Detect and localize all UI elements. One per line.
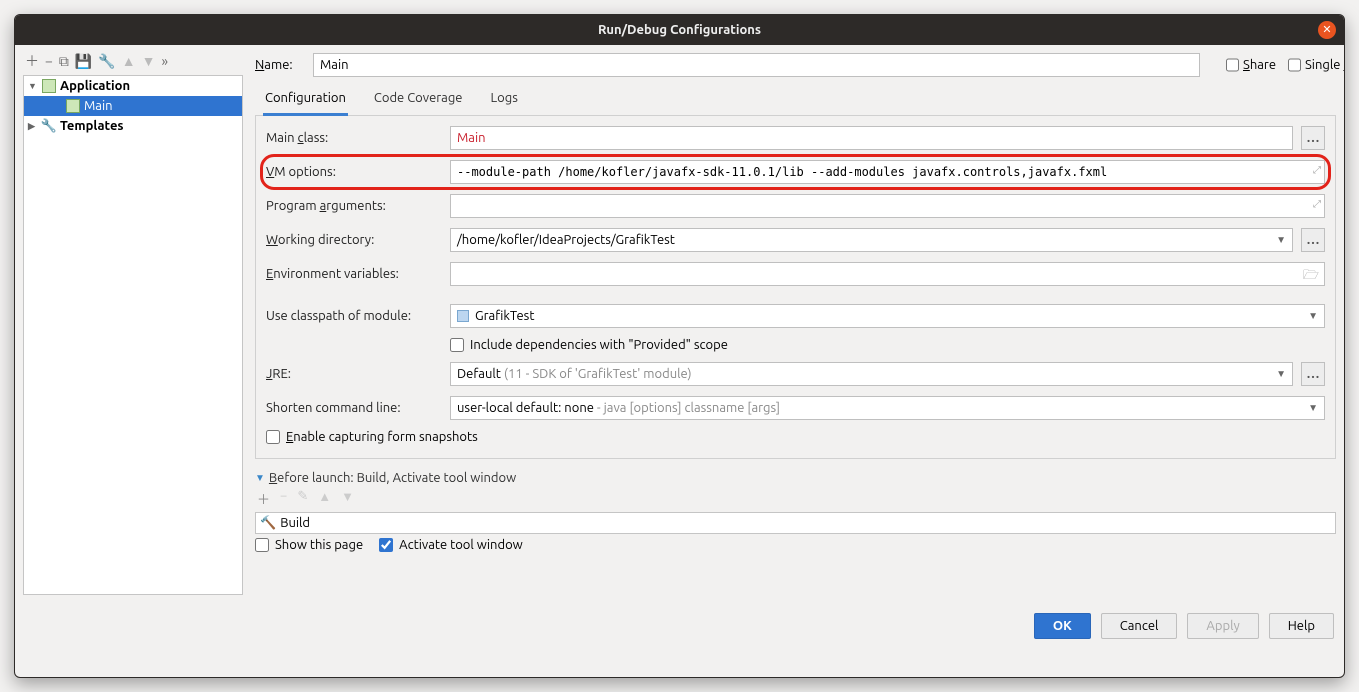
browse-jre-button[interactable]: … <box>1301 362 1325 386</box>
move-up-task-icon[interactable]: ▲ <box>318 489 331 508</box>
include-provided-label: Include dependencies with "Provided" sco… <box>470 338 728 352</box>
add-task-icon[interactable]: ＋ <box>257 489 270 508</box>
dialog-buttons: OK Cancel Apply Help <box>15 595 1344 649</box>
program-args-input[interactable] <box>450 194 1325 218</box>
configurations-tree[interactable]: ▼ Application Main ▶ 🔧 Templates <box>23 75 243 595</box>
tree-node-application[interactable]: ▼ Application <box>24 76 242 96</box>
share-checkbox[interactable]: Share <box>1226 58 1274 72</box>
env-vars-input[interactable] <box>450 262 1325 286</box>
ok-button[interactable]: OK <box>1034 613 1091 639</box>
shorten-label: Shorten command line: <box>266 401 442 415</box>
collapse-icon[interactable]: ▼ <box>28 81 38 91</box>
configuration-panel: Main class: … VM options: ⤢ Program a <box>255 116 1336 459</box>
shorten-combo[interactable]: user-local default: none - java [options… <box>450 396 1325 420</box>
tree-label: Application <box>60 79 130 93</box>
save-icon[interactable]: 💾 <box>75 53 92 70</box>
tree-node-main[interactable]: Main <box>24 96 242 116</box>
include-provided-checkbox[interactable] <box>450 338 464 352</box>
before-launch-header[interactable]: ▼ Before launch: Build, Activate tool wi… <box>255 459 1336 485</box>
build-task-label: Build <box>280 516 310 530</box>
program-args-label: Program arguments: <box>266 199 442 213</box>
name-input[interactable] <box>313 53 1200 77</box>
classpath-value: GrafikTest <box>475 309 534 323</box>
expand-icon[interactable]: » <box>162 53 169 69</box>
main-class-input[interactable] <box>450 126 1293 150</box>
apply-button: Apply <box>1187 613 1258 639</box>
chevron-down-icon: ▼ <box>1276 368 1286 380</box>
move-up-icon[interactable]: ▲ <box>122 53 136 69</box>
move-down-task-icon[interactable]: ▼ <box>341 489 354 508</box>
name-label: Name: <box>255 58 303 72</box>
enable-capture-checkbox[interactable] <box>266 430 280 444</box>
working-dir-value: /home/kofler/IdeaProjects/GrafikTest <box>457 233 675 247</box>
show-this-page-checkbox[interactable]: Show this page <box>255 538 363 552</box>
help-button[interactable]: Help <box>1269 613 1334 639</box>
config-tabs: Configuration Code Coverage Logs <box>255 85 1336 116</box>
remove-task-icon[interactable]: − <box>280 489 287 508</box>
main-class-label: Main class: <box>266 131 442 145</box>
titlebar: Run/Debug Configurations ✕ <box>15 15 1344 45</box>
wrench-icon[interactable]: 🔧 <box>98 53 115 70</box>
tab-logs[interactable]: Logs <box>489 85 520 115</box>
vm-options-input[interactable] <box>450 160 1325 184</box>
enable-capture-label: Enable capturing form snapshots <box>286 430 478 444</box>
vm-options-label: VM options: <box>266 165 442 179</box>
before-launch-list[interactable]: 🔨 Build <box>255 512 1336 534</box>
hammer-icon: 🔨 <box>260 516 276 531</box>
move-down-icon[interactable]: ▼ <box>142 53 156 69</box>
chevron-down-icon: ▼ <box>1308 402 1318 414</box>
chevron-down-icon: ▼ <box>1308 310 1318 322</box>
tab-code-coverage[interactable]: Code Coverage <box>372 85 465 115</box>
window-title: Run/Debug Configurations <box>598 23 761 37</box>
classpath-label: Use classpath of module: <box>266 309 442 323</box>
tree-label: Main <box>84 99 113 113</box>
cancel-button[interactable]: Cancel <box>1101 613 1178 639</box>
classpath-module-combo[interactable]: GrafikTest ▼ <box>450 304 1325 328</box>
tree-node-templates[interactable]: ▶ 🔧 Templates <box>24 116 242 136</box>
tree-label: Templates <box>60 119 124 133</box>
working-dir-combo[interactable]: /home/kofler/IdeaProjects/GrafikTest ▼ <box>450 228 1293 252</box>
close-icon[interactable]: ✕ <box>1318 21 1336 39</box>
tab-configuration[interactable]: Configuration <box>263 85 348 116</box>
section-collapse-icon: ▼ <box>255 472 265 484</box>
before-launch-toolbar: ＋ − ✎ ▲ ▼ <box>255 485 1336 512</box>
application-icon <box>66 99 80 113</box>
activate-tool-window-checkbox[interactable]: Activate tool window <box>379 538 523 552</box>
run-debug-dialog: Run/Debug Configurations ✕ ＋ − ⧉ 💾 🔧 ▲ ▼… <box>14 14 1345 678</box>
working-dir-label: Working directory: <box>266 233 442 247</box>
jre-label: JRE: <box>266 367 442 381</box>
single-instance-checkbox[interactable]: Single instance only <box>1288 58 1336 72</box>
edit-task-icon[interactable]: ✎ <box>297 489 308 508</box>
env-vars-label: Environment variables: <box>266 267 442 281</box>
jre-combo[interactable]: Default (11 - SDK of 'GrafikTest' module… <box>450 362 1293 386</box>
tree-toolbar: ＋ − ⧉ 💾 🔧 ▲ ▼ » <box>23 49 243 75</box>
module-icon <box>457 310 469 322</box>
remove-icon[interactable]: − <box>45 53 53 69</box>
browse-working-dir-button[interactable]: … <box>1301 228 1325 252</box>
expand-arrow-icon[interactable]: ▶ <box>28 121 38 132</box>
chevron-down-icon: ▼ <box>1276 234 1286 246</box>
wrench-icon: 🔧 <box>42 119 56 133</box>
browse-main-class-button[interactable]: … <box>1301 126 1325 150</box>
copy-icon[interactable]: ⧉ <box>59 53 69 70</box>
add-icon[interactable]: ＋ <box>25 51 39 71</box>
application-icon <box>42 79 56 93</box>
